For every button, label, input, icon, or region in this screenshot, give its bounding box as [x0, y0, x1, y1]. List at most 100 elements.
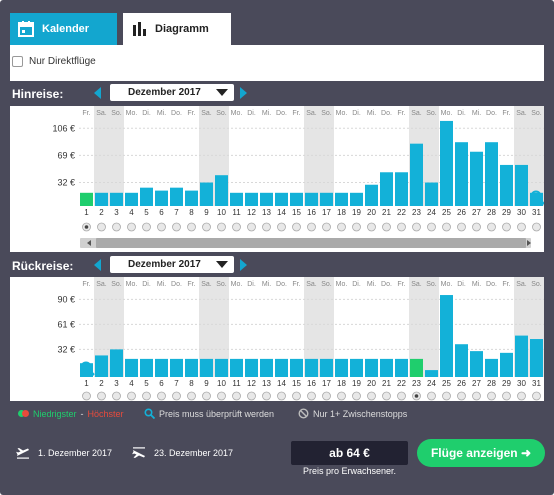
day-radio[interactable]	[112, 391, 121, 401]
day-radio[interactable]	[367, 222, 376, 232]
price-bar[interactable]	[320, 192, 333, 206]
day-radio[interactable]	[442, 391, 451, 401]
price-bar[interactable]	[410, 358, 423, 377]
day-radio[interactable]	[127, 391, 136, 401]
scrollbar-thumb[interactable]	[96, 238, 526, 248]
day-radio[interactable]	[187, 222, 196, 232]
day-radio[interactable]	[172, 391, 181, 401]
price-bar[interactable]	[500, 352, 513, 377]
price-bar[interactable]	[260, 358, 273, 377]
price-bar[interactable]	[380, 172, 393, 206]
price-bar[interactable]	[80, 192, 93, 206]
outbound-next-month-arrow[interactable]	[240, 87, 247, 99]
day-radio[interactable]	[337, 222, 346, 232]
price-bar[interactable]	[260, 192, 273, 206]
day-radio[interactable]	[97, 222, 106, 232]
price-bar[interactable]	[455, 344, 468, 377]
price-bar[interactable]	[425, 370, 438, 377]
price-bar[interactable]	[170, 358, 183, 377]
day-radio[interactable]	[517, 222, 526, 232]
day-radio[interactable]	[217, 391, 226, 401]
day-radio[interactable]	[472, 222, 481, 232]
price-bar[interactable]	[470, 151, 483, 206]
price-bar[interactable]	[275, 358, 288, 377]
price-bar[interactable]	[440, 120, 453, 206]
day-radio[interactable]	[142, 222, 151, 232]
day-radio[interactable]	[352, 222, 361, 232]
day-radio[interactable]	[262, 391, 271, 401]
day-radio[interactable]	[232, 391, 241, 401]
price-bar[interactable]	[305, 358, 318, 377]
direct-flights-checkbox[interactable]	[12, 56, 23, 67]
day-radio[interactable]	[502, 391, 511, 401]
day-radio[interactable]	[337, 391, 346, 401]
price-bar[interactable]	[200, 358, 213, 377]
price-bar[interactable]	[200, 182, 213, 206]
price-bar[interactable]	[215, 358, 228, 377]
price-bar[interactable]	[110, 192, 123, 206]
price-bar[interactable]	[440, 295, 453, 377]
price-bar[interactable]	[185, 190, 198, 206]
day-radio[interactable]	[382, 222, 391, 232]
price-bar[interactable]	[380, 358, 393, 377]
price-bar[interactable]	[140, 187, 153, 206]
price-bar[interactable]	[125, 358, 138, 377]
day-radio[interactable]	[127, 222, 136, 232]
day-radio[interactable]	[172, 222, 181, 232]
day-radio[interactable]	[82, 391, 91, 401]
return-prev-month-arrow[interactable]	[94, 259, 101, 271]
price-bar[interactable]	[395, 358, 408, 377]
day-radio[interactable]	[397, 391, 406, 401]
price-bar[interactable]	[95, 355, 108, 377]
day-radio[interactable]	[517, 391, 526, 401]
price-bar[interactable]	[245, 358, 258, 377]
price-bar[interactable]	[500, 164, 513, 206]
day-radio[interactable]	[352, 391, 361, 401]
day-radio[interactable]	[382, 391, 391, 401]
price-bar[interactable]	[395, 172, 408, 206]
price-bar[interactable]	[530, 339, 543, 377]
tab-diagram[interactable]: Diagramm	[123, 13, 231, 45]
price-bar[interactable]	[305, 192, 318, 206]
day-radio[interactable]	[532, 391, 541, 401]
price-bar[interactable]	[275, 192, 288, 206]
day-radio[interactable]	[217, 222, 226, 232]
day-radio[interactable]	[202, 222, 211, 232]
direct-flights-filter[interactable]: Nur Direktflüge	[12, 56, 96, 67]
price-bar[interactable]	[290, 358, 303, 377]
price-bar[interactable]	[320, 358, 333, 377]
day-radio[interactable]	[412, 222, 421, 232]
day-radio[interactable]	[367, 391, 376, 401]
day-radio[interactable]	[157, 222, 166, 232]
price-bar[interactable]	[335, 358, 348, 377]
price-bar[interactable]	[140, 358, 153, 377]
return-next-month-arrow[interactable]	[240, 259, 247, 271]
price-bar[interactable]	[170, 187, 183, 206]
day-radio[interactable]	[502, 222, 511, 232]
price-bar[interactable]	[425, 182, 438, 206]
price-bar[interactable]	[155, 358, 168, 377]
day-radio[interactable]	[277, 222, 286, 232]
day-radio[interactable]	[457, 222, 466, 232]
day-radio[interactable]	[472, 391, 481, 401]
return-month-select[interactable]: Dezember 2017	[110, 256, 234, 273]
price-bar[interactable]	[335, 192, 348, 206]
price-bar[interactable]	[455, 142, 468, 206]
price-bar[interactable]	[290, 192, 303, 206]
price-bar[interactable]	[230, 192, 243, 206]
day-radio[interactable]	[157, 391, 166, 401]
price-bar[interactable]	[215, 175, 228, 206]
day-radio[interactable]	[187, 391, 196, 401]
price-bar[interactable]	[410, 143, 423, 206]
price-bar[interactable]	[125, 192, 138, 206]
outbound-prev-month-arrow[interactable]	[94, 87, 101, 99]
price-bar[interactable]	[350, 358, 363, 377]
price-bar[interactable]	[350, 192, 363, 206]
day-radio[interactable]	[457, 391, 466, 401]
day-radio[interactable]	[427, 391, 436, 401]
price-bar[interactable]	[185, 358, 198, 377]
price-bar[interactable]	[470, 351, 483, 377]
day-radio[interactable]	[262, 222, 271, 232]
price-bar[interactable]	[485, 142, 498, 206]
day-radio[interactable]	[322, 391, 331, 401]
